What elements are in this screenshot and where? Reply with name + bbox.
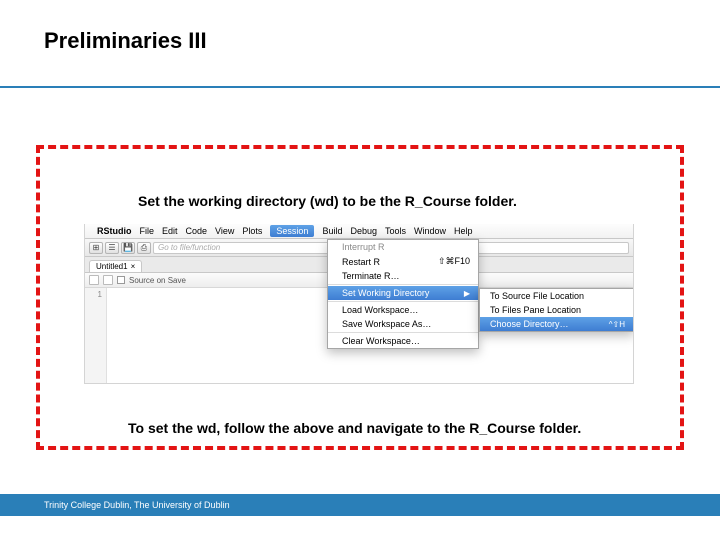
document-tab[interactable]: Untitled1 × — [89, 260, 142, 272]
menu-separator-2 — [328, 301, 478, 302]
new-file-icon[interactable]: ⊞ — [89, 242, 103, 254]
menu-restart-r[interactable]: Restart R ⇧⌘F10 — [328, 254, 478, 269]
instruction-text-2: To set the wd, follow the above and navi… — [128, 420, 581, 436]
menu-code[interactable]: Code — [186, 226, 208, 236]
menu-session[interactable]: Session — [270, 225, 314, 237]
submenu-to-source-label: To Source File Location — [490, 291, 584, 301]
menu-clear-label: Clear Workspace… — [342, 336, 420, 346]
menu-restart-shortcut: ⇧⌘F10 — [438, 256, 470, 267]
source-icon[interactable] — [103, 275, 113, 285]
menu-terminate-r[interactable]: Terminate R… — [328, 269, 478, 283]
save-icon[interactable]: 💾 — [121, 242, 135, 254]
menu-setwd-label: Set Working Directory — [342, 288, 429, 298]
menu-restart-label: Restart R — [342, 257, 380, 267]
line-number-gutter: 1 — [85, 288, 107, 384]
menu-view[interactable]: View — [215, 226, 234, 236]
menu-set-working-directory[interactable]: Set Working Directory ▶ — [328, 286, 478, 300]
submenu-choose-directory[interactable]: Choose Directory… ^⇧H — [480, 317, 633, 331]
menu-tools[interactable]: Tools — [385, 226, 406, 236]
menu-separator-3 — [328, 332, 478, 333]
mac-menubar: RStudio File Edit Code View Plots Sessio… — [85, 224, 633, 239]
menu-load-label: Load Workspace… — [342, 305, 418, 315]
tab-close-icon[interactable]: × — [131, 262, 136, 271]
source-on-save-checkbox[interactable] — [117, 276, 125, 284]
title-divider — [0, 86, 720, 88]
open-icon[interactable]: ☰ — [105, 242, 119, 254]
footer-text: Trinity College Dublin, The University o… — [44, 500, 230, 510]
menu-edit[interactable]: Edit — [162, 226, 178, 236]
setwd-submenu: To Source File Location To Files Pane Lo… — [479, 288, 634, 332]
menu-terminate-label: Terminate R… — [342, 271, 400, 281]
instruction-text-1: Set the working directory (wd) to be the… — [138, 193, 517, 209]
app-name: RStudio — [97, 226, 132, 236]
menu-help[interactable]: Help — [454, 226, 473, 236]
submenu-to-source[interactable]: To Source File Location — [480, 289, 633, 303]
submenu-arrow-icon: ▶ — [464, 289, 470, 298]
save-doc-icon[interactable] — [89, 275, 99, 285]
menu-save-workspace[interactable]: Save Workspace As… — [328, 317, 478, 331]
menu-save-label: Save Workspace As… — [342, 319, 431, 329]
submenu-choose-label: Choose Directory… — [490, 319, 569, 329]
print-icon[interactable]: ⎙ — [137, 242, 151, 254]
line-number-1: 1 — [85, 290, 102, 299]
menu-file[interactable]: File — [140, 226, 155, 236]
menu-clear-workspace[interactable]: Clear Workspace… — [328, 334, 478, 348]
rstudio-screenshot: RStudio File Edit Code View Plots Sessio… — [84, 224, 634, 384]
menu-interrupt-r: Interrupt R — [328, 240, 478, 254]
menu-debug[interactable]: Debug — [350, 226, 377, 236]
menu-load-workspace[interactable]: Load Workspace… — [328, 303, 478, 317]
source-on-save-label: Source on Save — [129, 276, 186, 285]
menu-plots[interactable]: Plots — [242, 226, 262, 236]
menu-separator-1 — [328, 284, 478, 285]
submenu-choose-shortcut: ^⇧H — [609, 320, 625, 329]
submenu-to-files-pane[interactable]: To Files Pane Location — [480, 303, 633, 317]
menu-interrupt-label: Interrupt R — [342, 242, 385, 252]
menu-window[interactable]: Window — [414, 226, 446, 236]
slide-title: Preliminaries III — [0, 0, 720, 54]
tab-label: Untitled1 — [96, 262, 128, 271]
submenu-to-files-label: To Files Pane Location — [490, 305, 581, 315]
menu-build[interactable]: Build — [322, 226, 342, 236]
footer-bar: Trinity College Dublin, The University o… — [0, 494, 720, 516]
session-dropdown: Interrupt R Restart R ⇧⌘F10 Terminate R…… — [327, 239, 479, 349]
